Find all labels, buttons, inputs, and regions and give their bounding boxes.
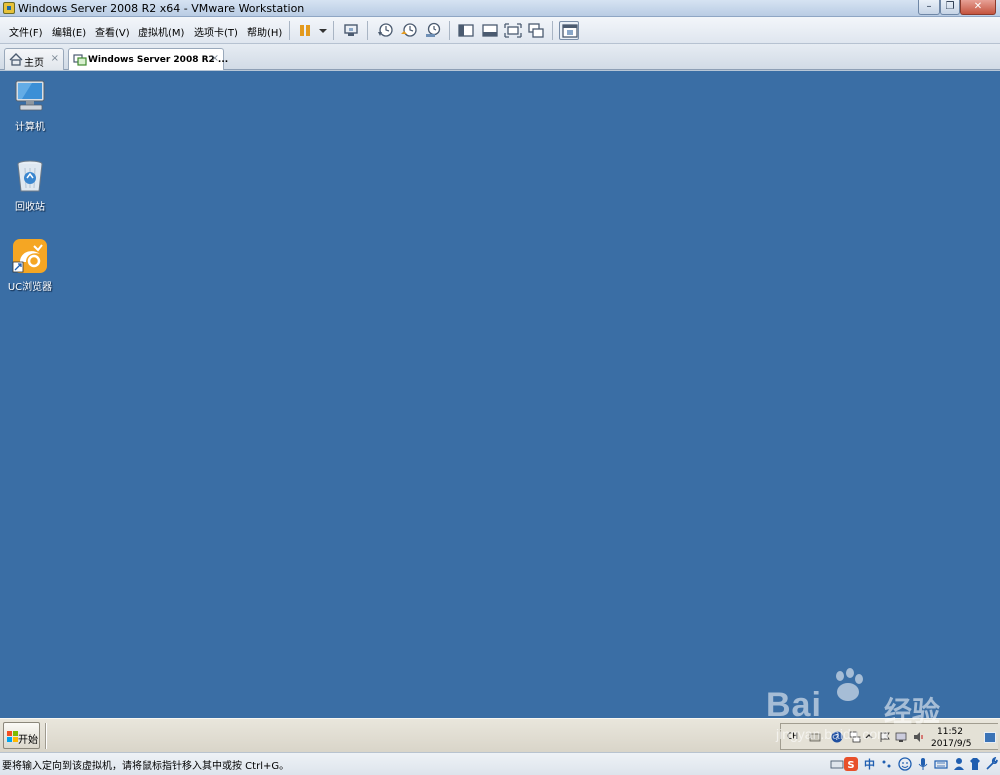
home-icon xyxy=(9,53,23,66)
thumbnail-bar-button[interactable] xyxy=(480,21,500,40)
flag-icon[interactable] xyxy=(879,731,891,743)
microphone-icon[interactable] xyxy=(916,757,930,771)
power-dropdown-button[interactable] xyxy=(313,21,327,40)
network-icon[interactable] xyxy=(849,731,861,743)
skin-icon[interactable] xyxy=(968,757,982,771)
desktop-icon-label: 回收站 xyxy=(15,202,45,213)
tab-vm[interactable]: Windows Server 2008 R2 ... × xyxy=(68,48,228,70)
emoji-icon[interactable] xyxy=(898,757,912,771)
tab-vm-close-icon[interactable]: × xyxy=(211,53,219,64)
take-snapshot-button[interactable] xyxy=(375,21,395,40)
svg-text:S: S xyxy=(847,760,854,771)
console-view-button[interactable] xyxy=(559,21,579,40)
show-library-button[interactable] xyxy=(456,21,476,40)
close-icon: ✕ xyxy=(973,1,983,12)
uc-browser-icon xyxy=(12,239,47,273)
keyboard-icon[interactable] xyxy=(809,731,821,743)
tab-vm-label: Windows Server 2008 R2 ... xyxy=(88,55,229,65)
windows-flag-icon xyxy=(7,731,18,742)
start-label: 开始 xyxy=(18,735,38,746)
vm-icon xyxy=(73,54,87,66)
desktop-icon-label: 计算机 xyxy=(15,122,45,133)
unity-button[interactable] xyxy=(526,21,546,40)
tab-home-close-icon[interactable]: × xyxy=(51,53,59,64)
status-message: 要将输入定向到该虚拟机，请将鼠标指针移入其中或按 Ctrl+G。 xyxy=(2,761,290,772)
help-icon[interactable]: ? xyxy=(831,731,843,743)
system-tray: CH ? 11:52 2017/9/5 xyxy=(780,723,998,750)
revert-snapshot-button[interactable] xyxy=(399,21,419,40)
clock-date[interactable]: 2017/9/5 xyxy=(931,739,971,749)
sogou-ime-icon[interactable]: S xyxy=(844,757,858,771)
tab-home-label: 主页 xyxy=(24,58,44,69)
language-indicator[interactable]: CH xyxy=(787,732,798,742)
maximize-button[interactable]: ❐ xyxy=(940,0,960,15)
thumbnail-bar-icon xyxy=(482,24,498,37)
device-icon[interactable] xyxy=(830,757,844,771)
computer-icon xyxy=(15,80,45,111)
guest-taskbar: 开始 CH ? 11:52 2017/9/5 xyxy=(0,718,1000,752)
monitor-icon[interactable] xyxy=(895,731,907,743)
desktop-icon-computer[interactable]: 计算机 xyxy=(0,78,60,133)
toolbar-separator xyxy=(367,21,368,40)
desktop-icon-uc-browser[interactable]: UC浏览器 xyxy=(0,238,60,293)
unity-icon xyxy=(528,23,544,38)
console-view-icon xyxy=(562,24,578,38)
send-ctrl-alt-del-button[interactable] xyxy=(341,21,361,40)
menu-help[interactable]: 帮助(H) xyxy=(247,24,282,39)
wrench-icon[interactable] xyxy=(984,757,998,771)
library-icon xyxy=(458,24,474,37)
taskbar-divider xyxy=(45,723,47,749)
revert-snapshot-icon xyxy=(401,23,417,37)
toolbar-separator xyxy=(449,21,450,40)
desktop-icon-recycle-bin[interactable]: 回收站 xyxy=(0,158,60,213)
toolbar-separator xyxy=(289,21,290,40)
snapshot-manager-button[interactable] xyxy=(423,21,443,40)
toolbar-separator xyxy=(333,21,334,40)
ime-language-label[interactable]: 中 xyxy=(864,756,875,772)
close-button[interactable]: ✕ xyxy=(960,0,996,15)
full-screen-button[interactable] xyxy=(503,21,523,40)
pause-icon xyxy=(300,25,310,36)
speaker-icon[interactable] xyxy=(913,731,925,743)
menu-vm[interactable]: 虚拟机(M) xyxy=(138,24,184,39)
restore-icon: ❐ xyxy=(945,1,955,12)
minimize-icon: – xyxy=(926,1,932,12)
title-bar: Windows Server 2008 R2 x64 - VMware Work… xyxy=(0,0,1000,17)
snapshot-icon xyxy=(378,23,393,37)
clock-time[interactable]: 11:52 xyxy=(937,727,963,737)
desktop-icon-label: UC浏览器 xyxy=(7,282,53,293)
menu-toolbar-bar: 文件(F) 编辑(E) 查看(V) 虚拟机(M) 选项卡(T) 帮助(H) xyxy=(0,17,1000,44)
user-icon[interactable] xyxy=(952,757,966,771)
keyboard-icon[interactable] xyxy=(934,757,948,771)
send-ctrl-alt-del-icon xyxy=(344,24,358,36)
tab-home[interactable]: 主页 × xyxy=(4,48,64,70)
snapshot-manager-icon xyxy=(426,22,441,37)
dropdown-arrow-icon xyxy=(319,29,327,33)
show-desktop-button[interactable] xyxy=(984,732,996,743)
toolbar-separator xyxy=(552,21,553,40)
status-icons: S 中 xyxy=(830,755,1000,774)
menu-edit[interactable]: 编辑(E) xyxy=(52,24,86,39)
expand-icon[interactable] xyxy=(863,731,875,743)
menu-view[interactable]: 查看(V) xyxy=(95,24,130,39)
recycle-bin-icon xyxy=(17,160,43,192)
vmware-app-icon xyxy=(3,2,15,14)
pause-button[interactable] xyxy=(295,21,315,40)
menu-tabs[interactable]: 选项卡(T) xyxy=(194,24,238,39)
status-bar: 要将输入定向到该虚拟机，请将鼠标指针移入其中或按 Ctrl+G。 S 中 xyxy=(0,752,1000,775)
guest-desktop[interactable]: 计算机 回收站 UC浏览器 xyxy=(0,71,1000,718)
minimize-button[interactable]: – xyxy=(918,0,940,15)
menu-file[interactable]: 文件(F) xyxy=(9,24,43,39)
start-button[interactable]: 开始 xyxy=(3,722,40,749)
full-screen-icon xyxy=(504,23,522,38)
svg-text:?: ? xyxy=(835,733,839,742)
tab-strip: 主页 × Windows Server 2008 R2 ... × xyxy=(0,44,1000,70)
punctuation-icon[interactable] xyxy=(880,757,894,771)
window-title: Windows Server 2008 R2 x64 - VMware Work… xyxy=(18,2,305,15)
